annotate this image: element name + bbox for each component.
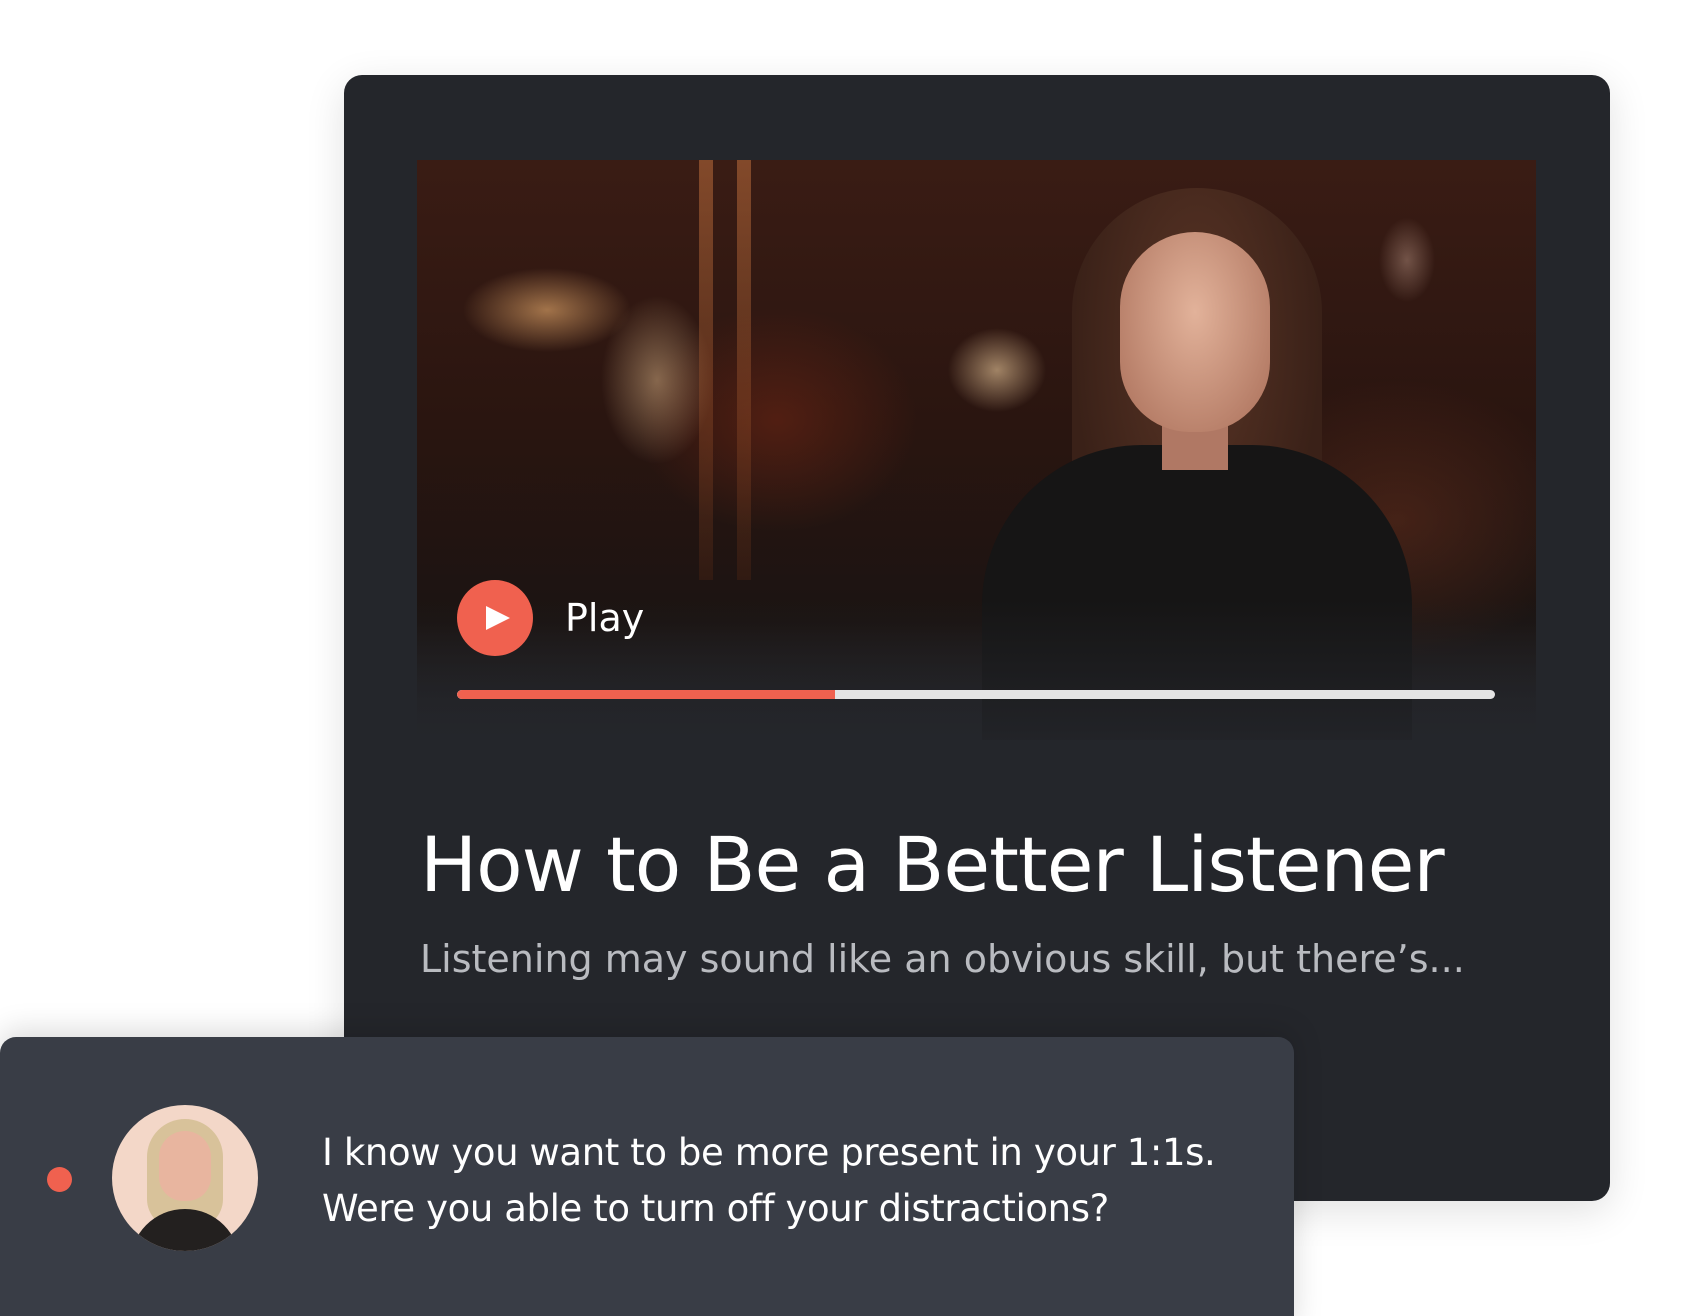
play-icon xyxy=(486,606,510,630)
avatar xyxy=(112,1105,258,1251)
presenter-face xyxy=(1120,232,1270,432)
coach-message: I know you want to be more present in yo… xyxy=(0,1037,1294,1316)
lesson-subtitle: Listening may sound like an obvious skil… xyxy=(420,937,1465,981)
background-shelf xyxy=(699,160,713,580)
message-text: I know you want to be more present in yo… xyxy=(322,1125,1216,1237)
stage: Play How to Be a Better Listener Listeni… xyxy=(0,0,1700,1316)
video-progress-bar[interactable] xyxy=(457,690,1495,699)
message-line-2: Were you able to turn off your distracti… xyxy=(322,1187,1109,1230)
play-button[interactable] xyxy=(457,580,533,656)
message-line-1: I know you want to be more present in yo… xyxy=(322,1131,1216,1174)
lesson-card: Play How to Be a Better Listener Listeni… xyxy=(344,75,1610,1201)
avatar-face xyxy=(159,1131,211,1201)
status-dot-icon xyxy=(47,1167,72,1192)
background-shelf xyxy=(737,160,751,580)
play-label[interactable]: Play xyxy=(565,596,644,640)
video-progress-fill xyxy=(457,690,835,699)
lesson-title: How to Be a Better Listener xyxy=(420,820,1445,909)
avatar-body xyxy=(130,1209,240,1251)
video-player[interactable]: Play xyxy=(417,160,1536,740)
